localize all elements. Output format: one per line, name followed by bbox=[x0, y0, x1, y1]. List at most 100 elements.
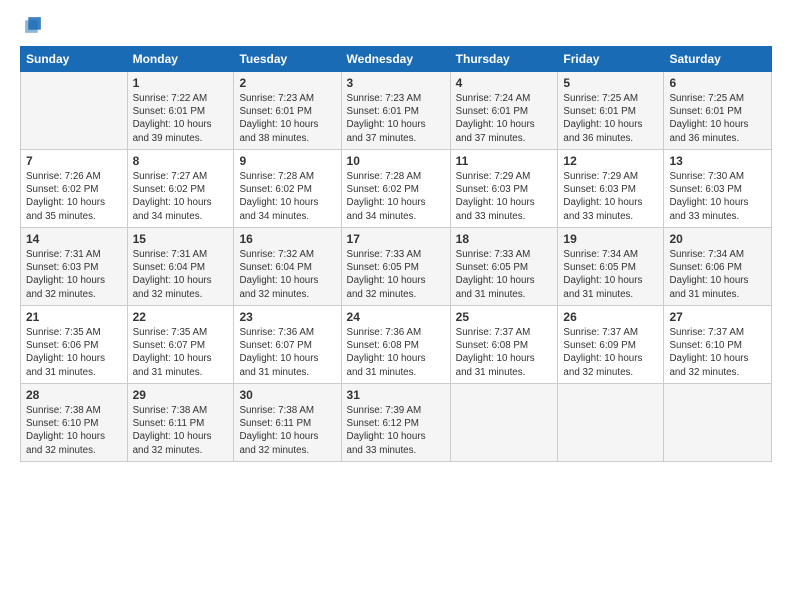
day-number: 10 bbox=[347, 154, 445, 168]
day-number: 16 bbox=[239, 232, 335, 246]
day-info: Sunrise: 7:29 AM Sunset: 6:03 PM Dayligh… bbox=[563, 171, 642, 222]
day-number: 18 bbox=[456, 232, 553, 246]
calendar-cell: 4Sunrise: 7:24 AM Sunset: 6:01 PM Daylig… bbox=[450, 72, 558, 150]
calendar-week-row: 14 Sunrise: 7:31 AM Sunset: 6:03 PM Dayli… bbox=[21, 228, 772, 306]
day-info: Sunrise: 7:36 AM Sunset: 6:08 PM Dayligh… bbox=[347, 327, 426, 378]
calendar-week-row: 28 Sunrise: 7:38 AM Sunset: 6:10 PM Dayli… bbox=[21, 384, 772, 462]
calendar-cell: 2 Sunrise: 7:23 AM Sunset: 6:01 PM Daylig… bbox=[234, 72, 341, 150]
day-info: Sunrise: 7:25 AM Sunset: 6:01 PM Dayligh… bbox=[669, 93, 748, 144]
day-info: Sunrise: 7:39 AM Sunset: 6:12 PM Dayligh… bbox=[347, 405, 426, 456]
day-info: Sunrise: 7:36 AM Sunset: 6:07 PM Dayligh… bbox=[239, 327, 318, 378]
day-number: 22 bbox=[133, 310, 229, 324]
calendar-cell: 5 Sunrise: 7:25 AM Sunset: 6:01 PM Daylig… bbox=[558, 72, 664, 150]
day-info: Sunrise: 7:23 AM Sunset: 6:01 PM Dayligh… bbox=[239, 93, 318, 144]
day-info: Sunrise: 7:34 AM Sunset: 6:05 PM Dayligh… bbox=[563, 249, 642, 300]
logo-icon bbox=[22, 14, 44, 36]
day-info: Sunrise: 7:35 AM Sunset: 6:07 PM Dayligh… bbox=[133, 327, 212, 378]
day-number: 12 bbox=[563, 154, 658, 168]
calendar-cell: 7Sunrise: 7:26 AM Sunset: 6:02 PM Daylig… bbox=[21, 150, 128, 228]
calendar-cell: 13Sunrise: 7:30 AM Sunset: 6:03 PM Dayli… bbox=[664, 150, 772, 228]
calendar-cell: 16 Sunrise: 7:32 AM Sunset: 6:04 PM Dayli… bbox=[234, 228, 341, 306]
day-number: 11 bbox=[456, 154, 553, 168]
calendar-cell: 11Sunrise: 7:29 AM Sunset: 6:03 PM Dayli… bbox=[450, 150, 558, 228]
day-info: Sunrise: 7:38 AM Sunset: 6:11 PM Dayligh… bbox=[239, 405, 318, 456]
day-number: 6 bbox=[669, 76, 766, 90]
day-number: 31 bbox=[347, 388, 445, 402]
day-info: Sunrise: 7:28 AM Sunset: 6:02 PM Dayligh… bbox=[239, 171, 318, 222]
day-info: Sunrise: 7:27 AM Sunset: 6:02 PM Dayligh… bbox=[133, 171, 212, 222]
calendar-header-cell: Monday bbox=[127, 47, 234, 72]
day-info: Sunrise: 7:25 AM Sunset: 6:01 PM Dayligh… bbox=[563, 93, 642, 144]
day-info: Sunrise: 7:31 AM Sunset: 6:04 PM Dayligh… bbox=[133, 249, 212, 300]
calendar-cell: 17 Sunrise: 7:33 AM Sunset: 6:05 PM Dayli… bbox=[341, 228, 450, 306]
day-number: 23 bbox=[239, 310, 335, 324]
day-number: 2 bbox=[239, 76, 335, 90]
day-number: 20 bbox=[669, 232, 766, 246]
calendar-cell: 12 Sunrise: 7:29 AM Sunset: 6:03 PM Dayli… bbox=[558, 150, 664, 228]
calendar-cell: 3Sunrise: 7:23 AM Sunset: 6:01 PM Daylig… bbox=[341, 72, 450, 150]
calendar-cell: 1Sunrise: 7:22 AM Sunset: 6:01 PM Daylig… bbox=[127, 72, 234, 150]
calendar-cell: 26 Sunrise: 7:37 AM Sunset: 6:09 PM Dayli… bbox=[558, 306, 664, 384]
calendar-week-row: 7Sunrise: 7:26 AM Sunset: 6:02 PM Daylig… bbox=[21, 150, 772, 228]
calendar-cell: 18 Sunrise: 7:33 AM Sunset: 6:05 PM Dayli… bbox=[450, 228, 558, 306]
calendar-cell: 23 Sunrise: 7:36 AM Sunset: 6:07 PM Dayli… bbox=[234, 306, 341, 384]
calendar-cell: 20 Sunrise: 7:34 AM Sunset: 6:06 PM Dayli… bbox=[664, 228, 772, 306]
calendar-header-cell: Tuesday bbox=[234, 47, 341, 72]
day-info: Sunrise: 7:31 AM Sunset: 6:03 PM Dayligh… bbox=[26, 249, 105, 300]
calendar-cell: 21 Sunrise: 7:35 AM Sunset: 6:06 PM Dayli… bbox=[21, 306, 128, 384]
day-info: Sunrise: 7:35 AM Sunset: 6:06 PM Dayligh… bbox=[26, 327, 105, 378]
calendar-cell: 29 Sunrise: 7:38 AM Sunset: 6:11 PM Dayli… bbox=[127, 384, 234, 462]
calendar-cell: 31 Sunrise: 7:39 AM Sunset: 6:12 PM Dayli… bbox=[341, 384, 450, 462]
calendar-cell: 14 Sunrise: 7:31 AM Sunset: 6:03 PM Dayli… bbox=[21, 228, 128, 306]
day-number: 15 bbox=[133, 232, 229, 246]
calendar-cell: 27Sunrise: 7:37 AM Sunset: 6:10 PM Dayli… bbox=[664, 306, 772, 384]
calendar-cell: 6 Sunrise: 7:25 AM Sunset: 6:01 PM Daylig… bbox=[664, 72, 772, 150]
day-info: Sunrise: 7:38 AM Sunset: 6:10 PM Dayligh… bbox=[26, 405, 105, 456]
day-number: 26 bbox=[563, 310, 658, 324]
calendar-cell bbox=[21, 72, 128, 150]
calendar-cell: 19 Sunrise: 7:34 AM Sunset: 6:05 PM Dayli… bbox=[558, 228, 664, 306]
calendar-cell: 24Sunrise: 7:36 AM Sunset: 6:08 PM Dayli… bbox=[341, 306, 450, 384]
calendar-cell: 28 Sunrise: 7:38 AM Sunset: 6:10 PM Dayli… bbox=[21, 384, 128, 462]
day-number: 1 bbox=[133, 76, 229, 90]
calendar-cell bbox=[450, 384, 558, 462]
calendar-header-row: SundayMondayTuesdayWednesdayThursdayFrid… bbox=[21, 47, 772, 72]
day-info: Sunrise: 7:37 AM Sunset: 6:08 PM Dayligh… bbox=[456, 327, 535, 378]
day-number: 29 bbox=[133, 388, 229, 402]
day-info: Sunrise: 7:24 AM Sunset: 6:01 PM Dayligh… bbox=[456, 93, 535, 144]
day-info: Sunrise: 7:23 AM Sunset: 6:01 PM Dayligh… bbox=[347, 93, 426, 144]
calendar-cell: 25 Sunrise: 7:37 AM Sunset: 6:08 PM Dayli… bbox=[450, 306, 558, 384]
calendar-cell: 8Sunrise: 7:27 AM Sunset: 6:02 PM Daylig… bbox=[127, 150, 234, 228]
day-info: Sunrise: 7:37 AM Sunset: 6:10 PM Dayligh… bbox=[669, 327, 748, 378]
calendar-table: SundayMondayTuesdayWednesdayThursdayFrid… bbox=[20, 46, 772, 462]
day-info: Sunrise: 7:32 AM Sunset: 6:04 PM Dayligh… bbox=[239, 249, 318, 300]
day-info: Sunrise: 7:37 AM Sunset: 6:09 PM Dayligh… bbox=[563, 327, 642, 378]
day-number: 14 bbox=[26, 232, 122, 246]
day-number: 21 bbox=[26, 310, 122, 324]
calendar-week-row: 21 Sunrise: 7:35 AM Sunset: 6:06 PM Dayli… bbox=[21, 306, 772, 384]
day-number: 13 bbox=[669, 154, 766, 168]
calendar-cell bbox=[558, 384, 664, 462]
day-info: Sunrise: 7:33 AM Sunset: 6:05 PM Dayligh… bbox=[347, 249, 426, 300]
day-number: 19 bbox=[563, 232, 658, 246]
day-number: 5 bbox=[563, 76, 658, 90]
calendar-cell: 30 Sunrise: 7:38 AM Sunset: 6:11 PM Dayli… bbox=[234, 384, 341, 462]
calendar-cell: 9Sunrise: 7:28 AM Sunset: 6:02 PM Daylig… bbox=[234, 150, 341, 228]
day-info: Sunrise: 7:34 AM Sunset: 6:06 PM Dayligh… bbox=[669, 249, 748, 300]
day-info: Sunrise: 7:28 AM Sunset: 6:02 PM Dayligh… bbox=[347, 171, 426, 222]
page: SundayMondayTuesdayWednesdayThursdayFrid… bbox=[0, 0, 792, 612]
day-number: 7 bbox=[26, 154, 122, 168]
calendar-cell: 10 Sunrise: 7:28 AM Sunset: 6:02 PM Dayli… bbox=[341, 150, 450, 228]
calendar-cell: 15 Sunrise: 7:31 AM Sunset: 6:04 PM Dayli… bbox=[127, 228, 234, 306]
day-number: 17 bbox=[347, 232, 445, 246]
day-info: Sunrise: 7:38 AM Sunset: 6:11 PM Dayligh… bbox=[133, 405, 212, 456]
day-number: 30 bbox=[239, 388, 335, 402]
calendar-header-cell: Thursday bbox=[450, 47, 558, 72]
header bbox=[20, 18, 772, 36]
day-number: 25 bbox=[456, 310, 553, 324]
day-number: 28 bbox=[26, 388, 122, 402]
day-info: Sunrise: 7:33 AM Sunset: 6:05 PM Dayligh… bbox=[456, 249, 535, 300]
calendar-header-cell: Saturday bbox=[664, 47, 772, 72]
calendar-header-cell: Friday bbox=[558, 47, 664, 72]
calendar-body: 1Sunrise: 7:22 AM Sunset: 6:01 PM Daylig… bbox=[21, 72, 772, 462]
